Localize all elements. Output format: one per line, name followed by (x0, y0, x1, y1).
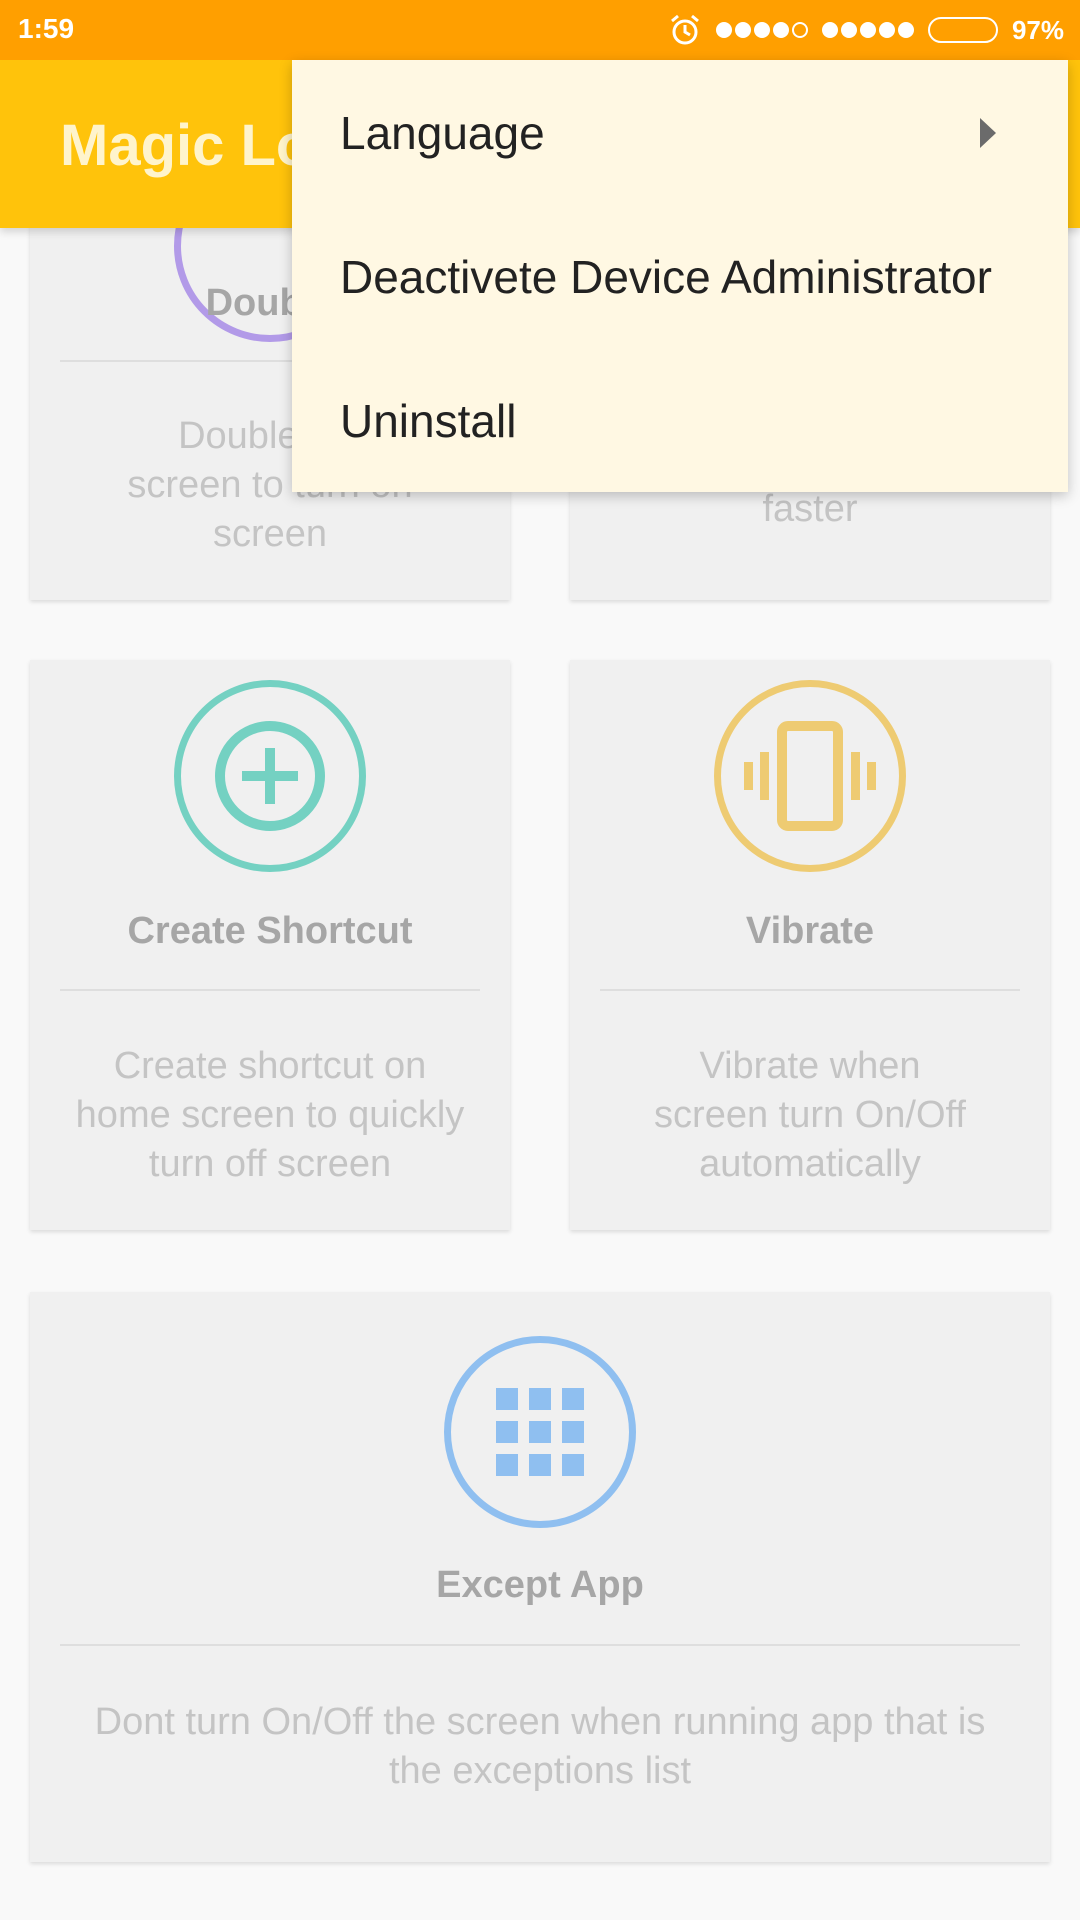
signal-2-icon (821, 22, 914, 38)
divider (60, 1644, 1020, 1646)
except-app-card[interactable]: Except App Dont turn On/Off the screen w… (30, 1292, 1050, 1862)
app-title: Magic Lo (60, 113, 312, 178)
divider (60, 989, 480, 991)
submenu-arrow-icon (980, 118, 996, 148)
create-shortcut-card[interactable]: Create Shortcut Create shortcut on home … (30, 660, 510, 1230)
vibrate-phone-icon (744, 721, 876, 831)
menu-item-language[interactable]: Language (340, 106, 545, 160)
battery-icon (927, 17, 998, 43)
create-shortcut-desc: Create shortcut on home screen to quickl… (75, 1045, 465, 1185)
menu-item-uninstall[interactable]: Uninstall (340, 394, 516, 448)
divider (600, 989, 1020, 991)
vibrate-title: Vibrate (745, 910, 875, 952)
faster-desc: faster (762, 488, 858, 530)
alarm-icon (670, 14, 699, 45)
signal-1-icon (715, 22, 808, 38)
except-app-title: Except App (436, 1564, 644, 1606)
overflow-menu: Language Deactivete Device Administrator… (292, 60, 1068, 492)
status-icons: 97% (668, 12, 1064, 48)
screen: 1:59 97% Magic Lo Double Double tap scre… (0, 0, 1080, 1920)
except-app-desc: Dont turn On/Off the screen when running… (94, 1701, 986, 1792)
create-shortcut-title: Create Shortcut (127, 910, 413, 952)
app-grid-icon (496, 1388, 584, 1476)
status-bar: 1:59 97% (0, 0, 1080, 60)
menu-item-deactivate-admin[interactable]: Deactivete Device Administrator (340, 250, 992, 304)
plus-circle-icon (215, 721, 325, 831)
vibrate-desc: Vibrate when screen turn On/Off automati… (654, 1045, 966, 1185)
battery-percent: 97% (1011, 14, 1064, 45)
vibrate-card[interactable]: Vibrate Vibrate when screen turn On/Off … (570, 660, 1050, 1230)
status-time: 1:59 (18, 13, 75, 44)
